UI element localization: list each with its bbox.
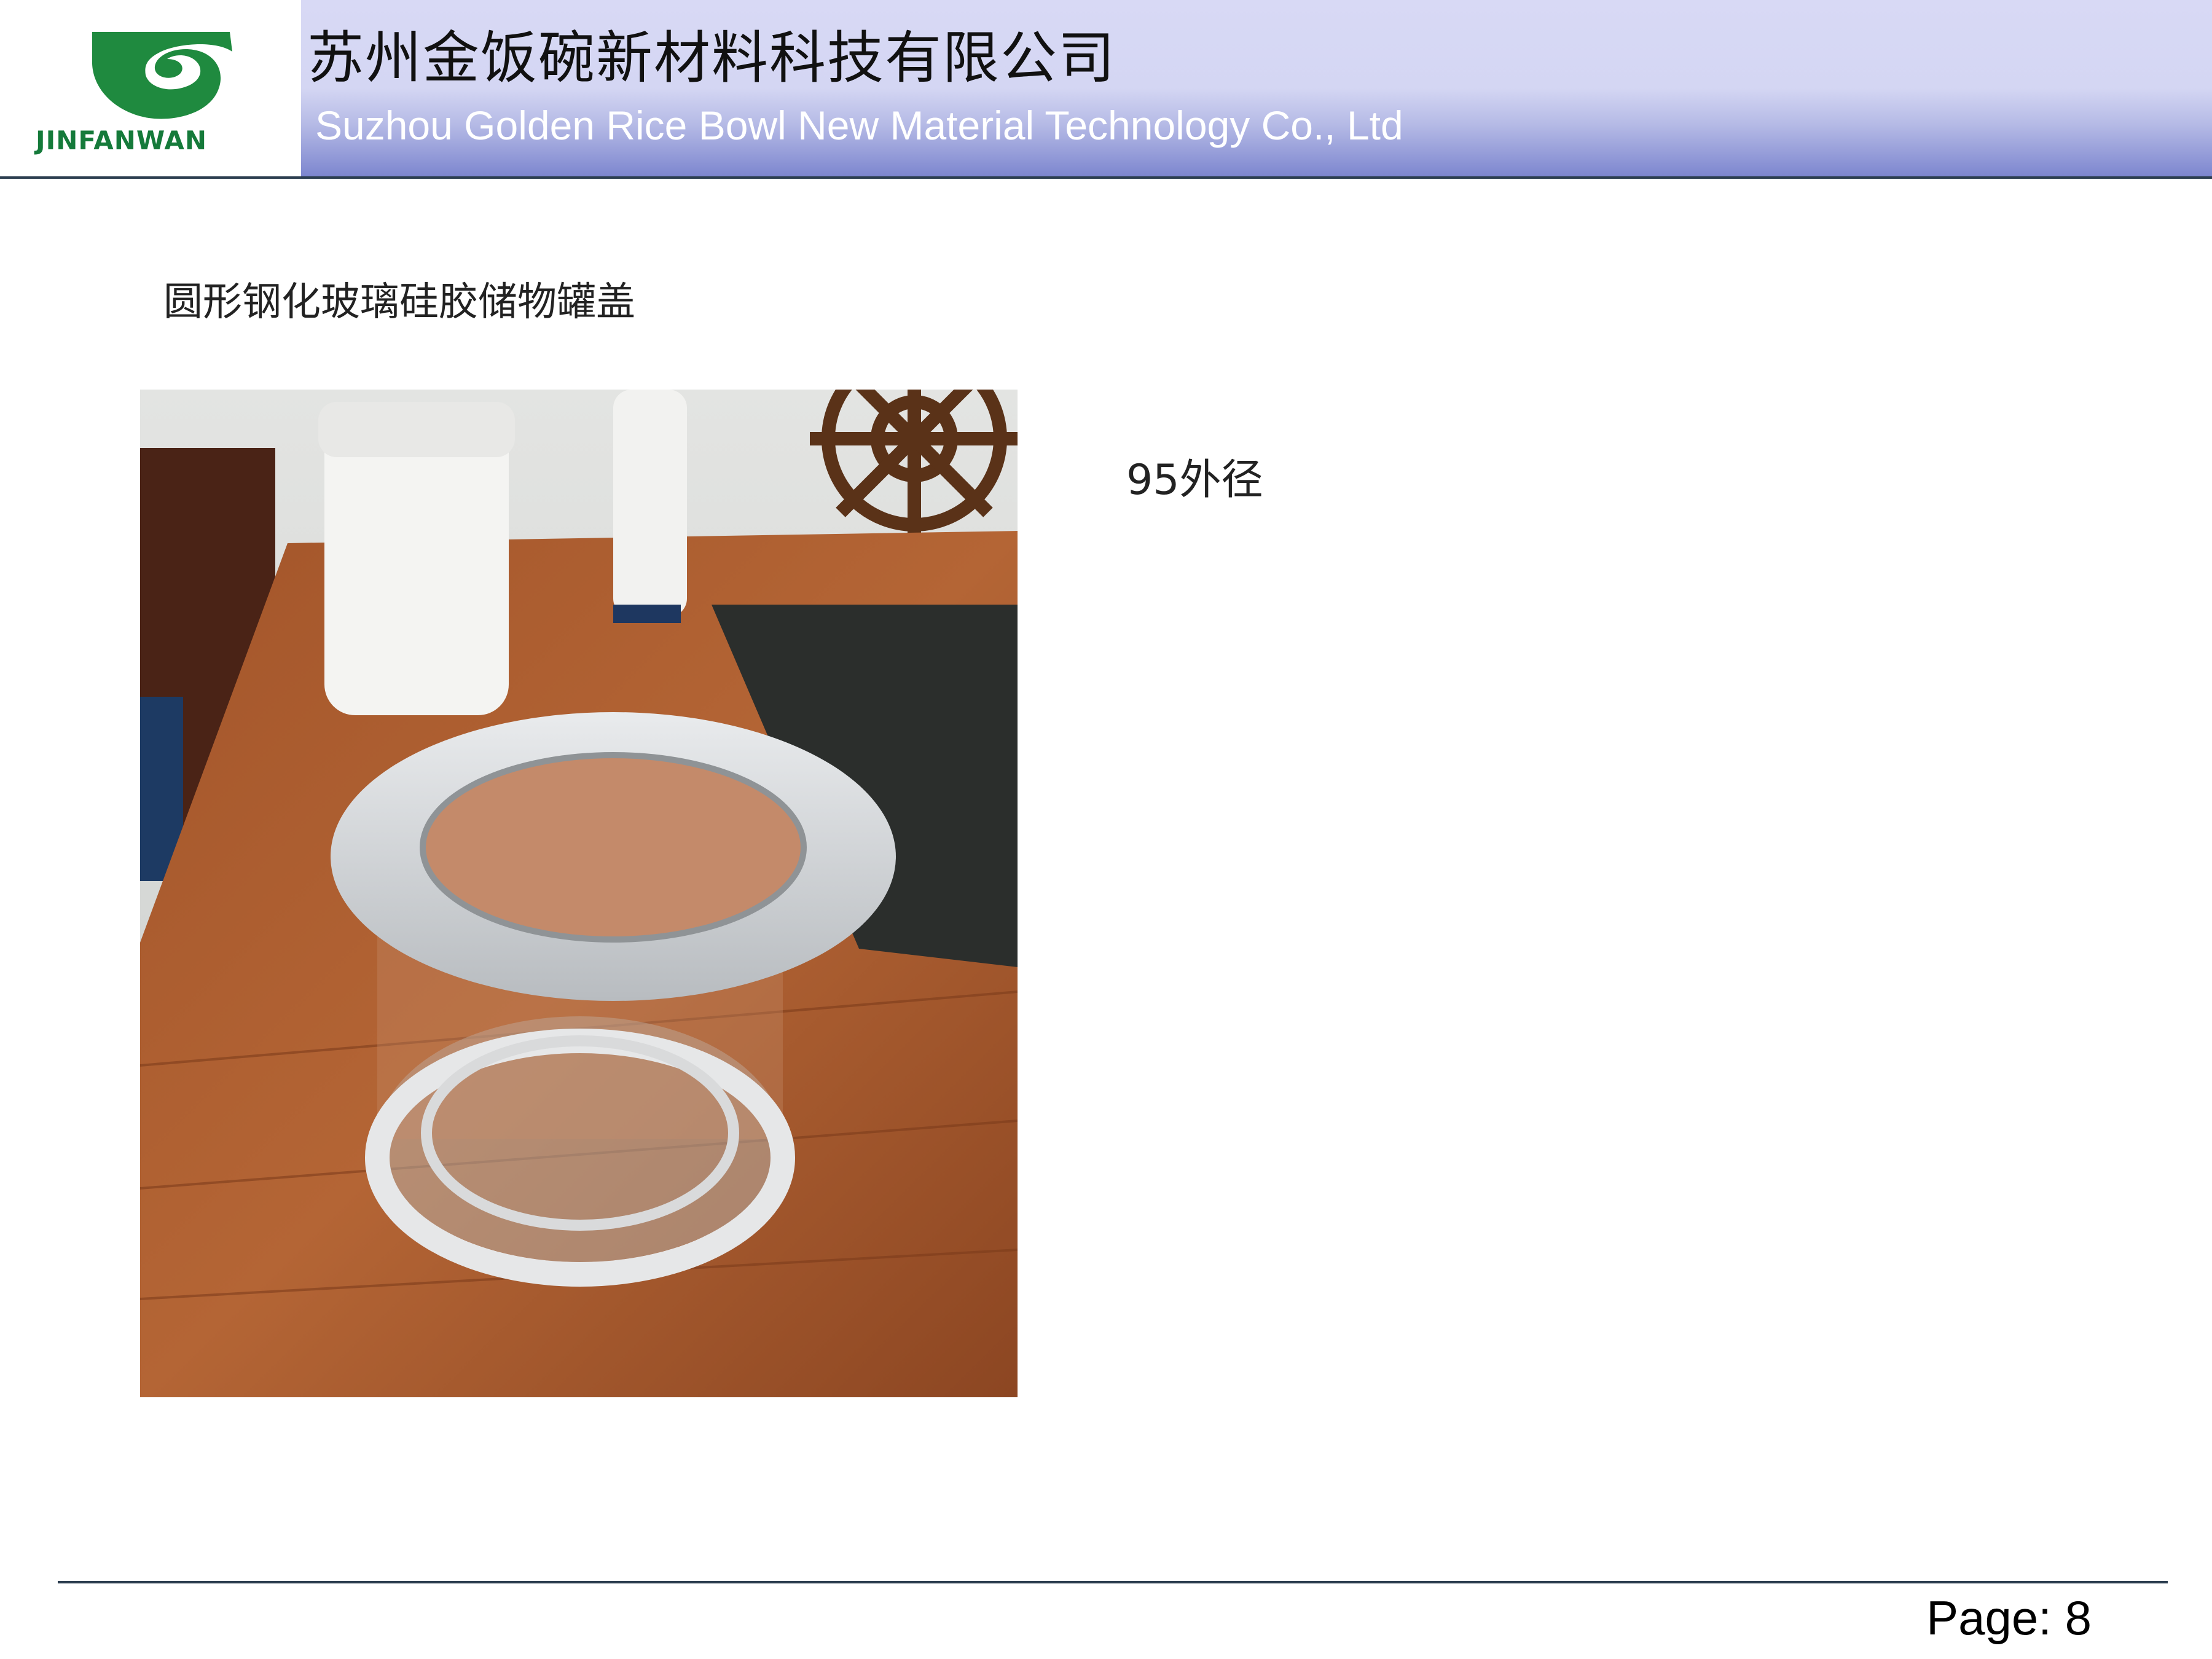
bowl-logo-icon (92, 32, 232, 119)
product-title: 圆形钢化玻璃硅胶储物罐盖 (163, 280, 635, 325)
company-name-en: Suzhou Golden Rice Bowl New Material Tec… (315, 103, 1403, 148)
glass-jar-photo-image (140, 390, 1018, 1397)
logo-wordmark: JINFANWAN (36, 125, 208, 155)
page-number: Page: 8 (1926, 1591, 2092, 1645)
footer-divider (58, 1581, 2168, 1583)
header: JINFANWAN 苏州金饭碗新材料科技有限公司 Suzhou Golden R… (0, 0, 2212, 179)
spec-outer-diameter: 95外径 (1126, 456, 1263, 504)
company-logo: JINFANWAN (0, 0, 301, 176)
header-divider (0, 176, 2212, 179)
product-photo (140, 390, 1018, 1397)
company-name-cn: 苏州金饭碗新材料科技有限公司 (307, 25, 1116, 91)
